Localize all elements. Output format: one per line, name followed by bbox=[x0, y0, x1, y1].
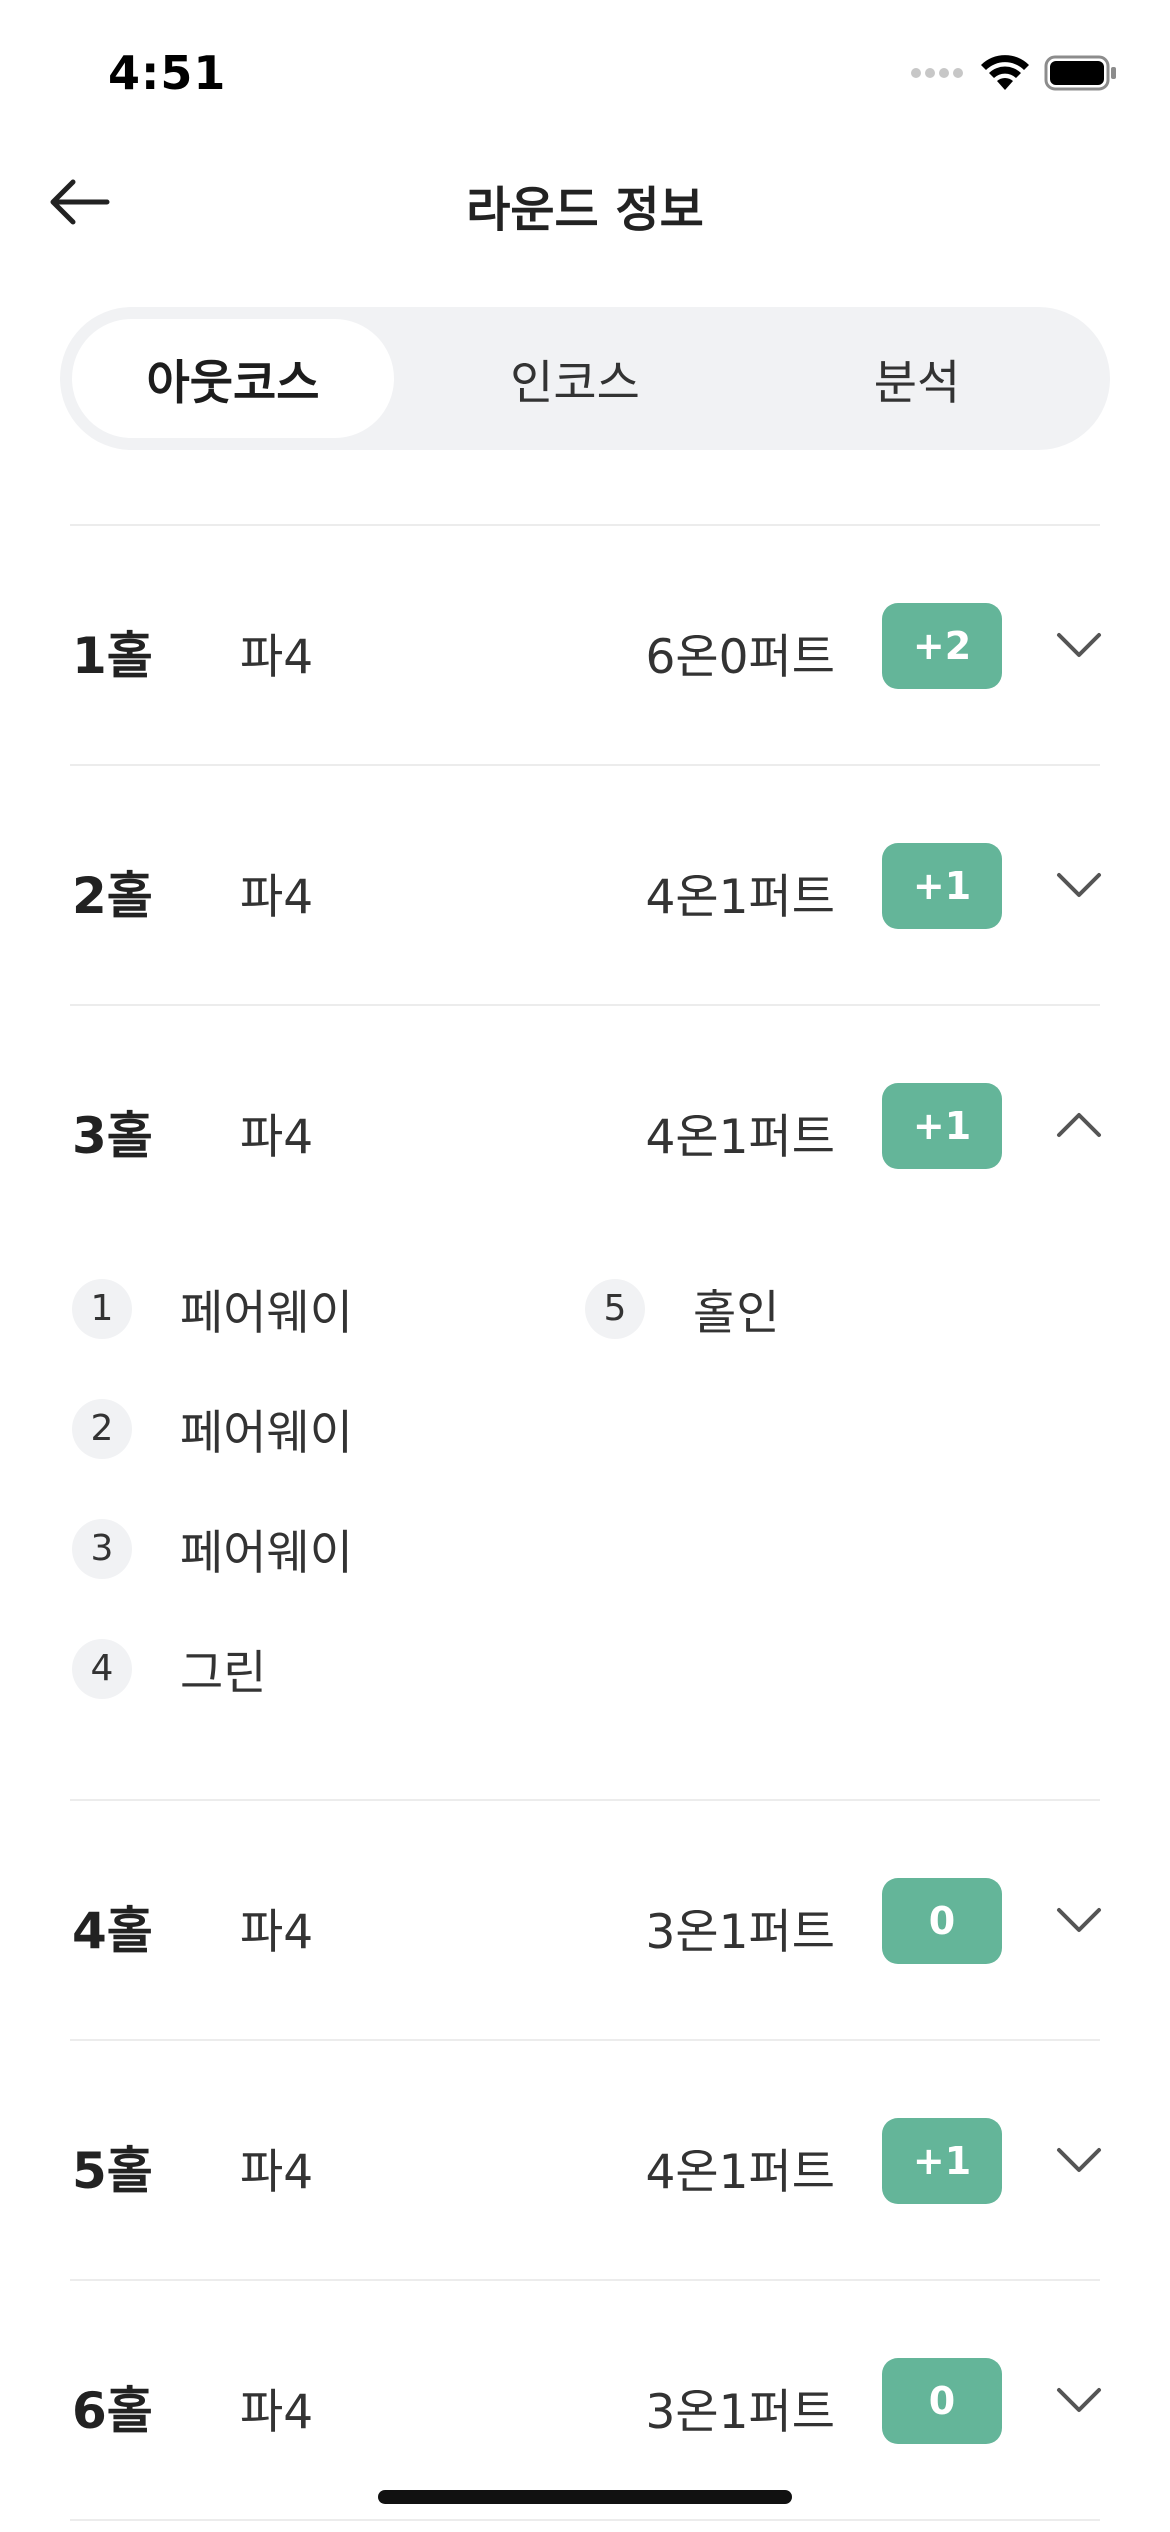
wifi-icon bbox=[980, 54, 1030, 96]
page-title: 라운드 정보 bbox=[466, 182, 704, 238]
chevron-down-icon[interactable] bbox=[1054, 858, 1104, 912]
battery-icon bbox=[1044, 55, 1118, 95]
hole-name: 4홀 bbox=[72, 1902, 153, 1960]
shot-number: 2 bbox=[72, 1398, 132, 1459]
chevron-down-icon[interactable] bbox=[1054, 2133, 1104, 2187]
hole-name: 6홀 bbox=[72, 2382, 153, 2440]
course-tabs: 아웃코스 인코스 분석 bbox=[60, 307, 1110, 450]
shot-label: 페어웨이 bbox=[180, 1286, 353, 1341]
hole-row[interactable]: 1홀 파4 6온0퍼트 +2 bbox=[70, 526, 1101, 764]
hole-item: 6홀 파4 3온1퍼트 0 bbox=[70, 2279, 1101, 2521]
shot-item: 1 페어웨이 bbox=[72, 1274, 353, 1343]
shot-number: 3 bbox=[72, 1518, 132, 1579]
shot-item: 2 페어웨이 bbox=[72, 1394, 353, 1463]
shot-item: 5 홀인 bbox=[585, 1274, 779, 1343]
chevron-down-icon[interactable] bbox=[1054, 618, 1104, 672]
hole-par: 파4 bbox=[240, 630, 314, 685]
hole-par: 파4 bbox=[240, 1905, 314, 1960]
hole-row[interactable]: 3홀 파4 4온1퍼트 +1 bbox=[70, 1006, 1101, 1244]
hole-row[interactable]: 6홀 파4 3온1퍼트 0 bbox=[70, 2281, 1101, 2519]
score-badge: +1 bbox=[882, 2118, 1002, 2204]
tab-out-course[interactable]: 아웃코스 bbox=[72, 319, 394, 438]
hole-list: 1홀 파4 6온0퍼트 +2 2홀 파4 4온1퍼트 +1 3홀 파4 4온1퍼… bbox=[70, 524, 1101, 2521]
hole-result: 4온1퍼트 bbox=[645, 2145, 835, 2200]
hole-item: 2홀 파4 4온1퍼트 +1 bbox=[70, 764, 1101, 1004]
hole-name: 3홀 bbox=[72, 1107, 153, 1165]
shot-list: 1 페어웨이 2 페어웨이 3 페어웨이 4 그린 5 홀인 bbox=[70, 1244, 1100, 1799]
hole-item: 1홀 파4 6온0퍼트 +2 bbox=[70, 524, 1101, 764]
hole-row[interactable]: 2홀 파4 4온1퍼트 +1 bbox=[70, 766, 1101, 1004]
hole-par: 파4 bbox=[240, 870, 314, 925]
hole-name: 5홀 bbox=[72, 2142, 153, 2200]
chevron-down-icon[interactable] bbox=[1054, 2373, 1104, 2427]
status-icons bbox=[910, 54, 1118, 96]
shot-label: 페어웨이 bbox=[180, 1406, 353, 1461]
shot-label: 그린 bbox=[180, 1646, 267, 1701]
tab-analysis[interactable]: 분석 bbox=[756, 319, 1078, 438]
shot-item: 3 페어웨이 bbox=[72, 1514, 353, 1583]
shot-number: 5 bbox=[585, 1278, 645, 1339]
hole-item-expanded: 3홀 파4 4온1퍼트 +1 1 페어웨이 2 페어웨이 3 페어웨이 4 그린… bbox=[70, 1004, 1101, 1799]
shot-item: 4 그린 bbox=[72, 1634, 266, 1703]
home-indicator bbox=[378, 2490, 792, 2504]
signal-icon bbox=[910, 65, 966, 85]
chevron-down-icon[interactable] bbox=[1054, 1893, 1104, 1947]
score-badge: 0 bbox=[882, 1878, 1002, 1964]
shot-number: 1 bbox=[72, 1278, 132, 1339]
hole-item: 4홀 파4 3온1퍼트 0 bbox=[70, 1799, 1101, 2039]
hole-result: 4온1퍼트 bbox=[645, 1110, 835, 1165]
tab-in-course[interactable]: 인코스 bbox=[414, 319, 736, 438]
shot-label: 페어웨이 bbox=[180, 1526, 353, 1581]
hole-result: 3온1퍼트 bbox=[645, 1905, 835, 1960]
hole-result: 6온0퍼트 bbox=[645, 630, 835, 685]
hole-row[interactable]: 5홀 파4 4온1퍼트 +1 bbox=[70, 2041, 1101, 2279]
status-bar: 4:51 bbox=[0, 0, 1170, 140]
score-badge: +1 bbox=[882, 1083, 1002, 1169]
score-badge: +2 bbox=[882, 603, 1002, 689]
nav-bar: 라운드 정보 bbox=[0, 140, 1170, 260]
hole-name: 2홀 bbox=[72, 867, 153, 925]
status-time: 4:51 bbox=[108, 46, 227, 100]
hole-result: 3온1퍼트 bbox=[645, 2385, 835, 2440]
hole-item: 5홀 파4 4온1퍼트 +1 bbox=[70, 2039, 1101, 2279]
hole-name: 1홀 bbox=[72, 627, 153, 685]
hole-result: 4온1퍼트 bbox=[645, 870, 835, 925]
score-badge: +1 bbox=[882, 843, 1002, 929]
shot-number: 4 bbox=[72, 1638, 132, 1699]
hole-par: 파4 bbox=[240, 2145, 314, 2200]
hole-par: 파4 bbox=[240, 2385, 314, 2440]
chevron-up-icon[interactable] bbox=[1054, 1098, 1104, 1152]
score-badge: 0 bbox=[882, 2358, 1002, 2444]
hole-row[interactable]: 4홀 파4 3온1퍼트 0 bbox=[70, 1801, 1101, 2039]
shot-label: 홀인 bbox=[693, 1286, 780, 1341]
hole-par: 파4 bbox=[240, 1110, 314, 1165]
